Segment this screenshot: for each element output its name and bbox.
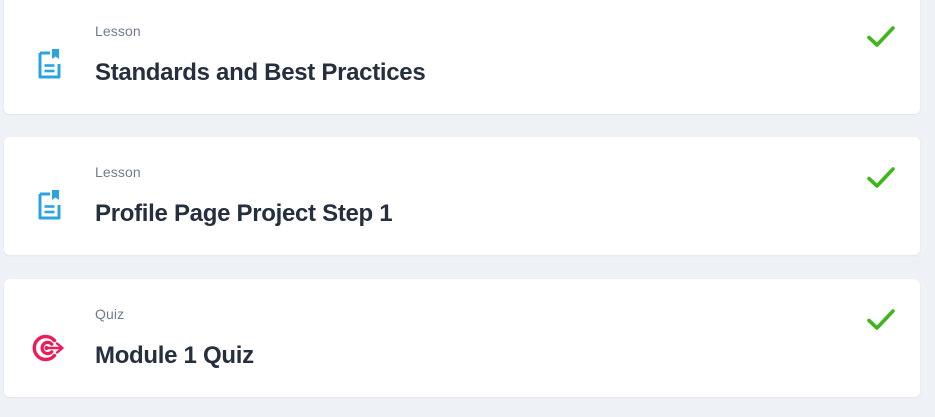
checkmark-icon <box>867 167 895 188</box>
item-title[interactable]: Module 1 Quiz <box>95 341 254 371</box>
item-type-label: Lesson <box>95 23 141 39</box>
item-type-label: Quiz <box>95 306 125 322</box>
checkmark-icon <box>867 26 895 47</box>
checkmark-icon <box>867 309 895 330</box>
lesson-card[interactable]: Lesson Profile Page Project Step 1 <box>4 137 920 255</box>
quiz-card[interactable]: Quiz Module 1 Quiz <box>4 279 920 397</box>
lesson-document-icon <box>38 190 61 220</box>
lesson-card[interactable]: Lesson Standards and Best Practices <box>4 0 920 114</box>
item-title[interactable]: Standards and Best Practices <box>95 58 426 88</box>
item-type-label: Lesson <box>95 164 141 180</box>
item-title[interactable]: Profile Page Project Step 1 <box>95 199 393 229</box>
lesson-document-icon <box>38 49 61 79</box>
quiz-target-icon <box>32 334 64 362</box>
